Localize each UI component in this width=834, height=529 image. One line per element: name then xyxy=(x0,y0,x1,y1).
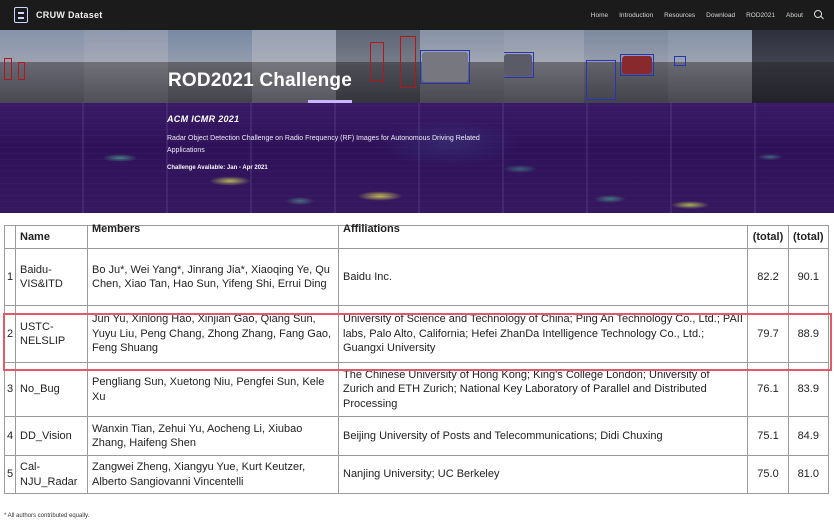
cruw-logo-icon xyxy=(14,7,28,23)
score2-cell: 90.1 xyxy=(788,248,829,306)
leaderboard-table: Name Members Affiliations (total) (total… xyxy=(4,223,829,494)
page-title: ROD2021 Challenge xyxy=(168,70,352,91)
event-name: ACM ICMR 2021 xyxy=(167,114,240,124)
table-row: 3 No_Bug Pengliang Sun, Xuetong Niu, Pen… xyxy=(4,362,829,417)
score1-cell: 75.0 xyxy=(747,455,789,494)
table-row: 4 DD_Vision Wanxin Tian, Zehui Yu, Aoche… xyxy=(4,416,829,456)
affiliations-header: Affiliations xyxy=(338,223,748,249)
team-name-cell: No_Bug xyxy=(15,362,88,417)
score2-cell: 83.9 xyxy=(788,362,829,417)
results-section: Name Members Affiliations (total) (total… xyxy=(0,213,834,513)
score2-cell: 84.9 xyxy=(788,416,829,456)
footnote: * All authors contributed equally. xyxy=(4,513,90,519)
affiliations-cell: University of Science and Technology of … xyxy=(338,305,748,363)
hero-banner: ROD2021 Challenge ACM ICMR 2021 Radar Ob… xyxy=(0,30,834,213)
brand-name: CRUW Dataset xyxy=(36,10,103,20)
rank-header xyxy=(4,225,16,249)
team-name-cell: Cal-NJU_Radar xyxy=(15,455,88,494)
score1-header: (total) xyxy=(747,225,789,249)
members-cell: Wanxin Tian, Zehui Yu, Aocheng Li, Xiuba… xyxy=(87,416,339,456)
nav-link-introduction[interactable]: Introduction xyxy=(619,12,653,19)
hero-overlay xyxy=(0,30,834,103)
affiliations-cell: Nanjing University; UC Berkeley xyxy=(338,455,748,494)
score1-cell: 82.2 xyxy=(747,248,789,306)
nav-link-home[interactable]: Home xyxy=(591,12,608,19)
affiliations-cell: Baidu Inc. xyxy=(338,248,748,306)
table-row: 1 Baidu-VIS&ITD Bo Ju*, Wei Yang*, Jinra… xyxy=(4,248,829,306)
rank-cell: 4 xyxy=(4,416,16,456)
affiliations-cell: The Chinese University of Hong Kong; Kin… xyxy=(338,362,748,417)
top-navbar: CRUW Dataset Home Introduction Resources… xyxy=(0,0,834,30)
affiliations-header-label: Affiliations xyxy=(343,222,400,235)
name-header: Name xyxy=(15,225,88,249)
score2-cell: 88.9 xyxy=(788,305,829,363)
score2-header: (total) xyxy=(788,225,829,249)
members-header: Members xyxy=(87,223,339,249)
team-name-cell: USTC-NELSLIP xyxy=(15,305,88,363)
rank-cell: 2 xyxy=(4,305,16,363)
nav-links: Home Introduction Resources Download ROD… xyxy=(580,10,824,20)
nav-link-about[interactable]: About xyxy=(786,12,803,19)
rank-cell: 5 xyxy=(4,455,16,494)
score1-cell: 76.1 xyxy=(747,362,789,417)
nav-link-resources[interactable]: Resources xyxy=(664,12,695,19)
team-name-cell: Baidu-VIS&ITD xyxy=(15,248,88,306)
score1-cell: 79.7 xyxy=(747,305,789,363)
score2-cell: 81.0 xyxy=(788,455,829,494)
rank-cell: 1 xyxy=(4,248,16,306)
search-icon[interactable] xyxy=(814,10,824,20)
members-cell: Pengliang Sun, Xuetong Niu, Pengfei Sun,… xyxy=(87,362,339,417)
team-name-cell: DD_Vision xyxy=(15,416,88,456)
event-description: Radar Object Detection Challenge on Radi… xyxy=(167,135,480,154)
hero-text: ACM ICMR 2021 Radar Object Detection Cha… xyxy=(167,114,497,171)
table-row: 5 Cal-NJU_Radar Zangwei Zheng, Xiangyu Y… xyxy=(4,455,829,494)
table-header-row: Name Members Affiliations (total) (total… xyxy=(4,223,829,249)
members-cell: Zangwei Zheng, Xiangyu Yue, Kurt Keutzer… xyxy=(87,455,339,494)
affiliations-cell: Beijing University of Posts and Telecomm… xyxy=(338,416,748,456)
rank-cell: 3 xyxy=(4,362,16,417)
members-cell: Bo Ju*, Wei Yang*, Jinrang Jia*, Xiaoqin… xyxy=(87,248,339,306)
members-cell: Jun Yu, Xinlong Hao, Xinjian Gao, Qiang … xyxy=(87,305,339,363)
members-header-label: Members xyxy=(92,222,141,235)
score1-cell: 75.1 xyxy=(747,416,789,456)
nav-link-download[interactable]: Download xyxy=(706,12,735,19)
challenge-availability: Challenge Available: Jan - Apr 2021 xyxy=(167,165,268,171)
brand[interactable]: CRUW Dataset xyxy=(14,7,103,23)
table-row: 2 USTC-NELSLIP Jun Yu, Xinlong Hao, Xinj… xyxy=(4,305,829,363)
nav-link-rod2021[interactable]: ROD2021 xyxy=(746,12,775,19)
